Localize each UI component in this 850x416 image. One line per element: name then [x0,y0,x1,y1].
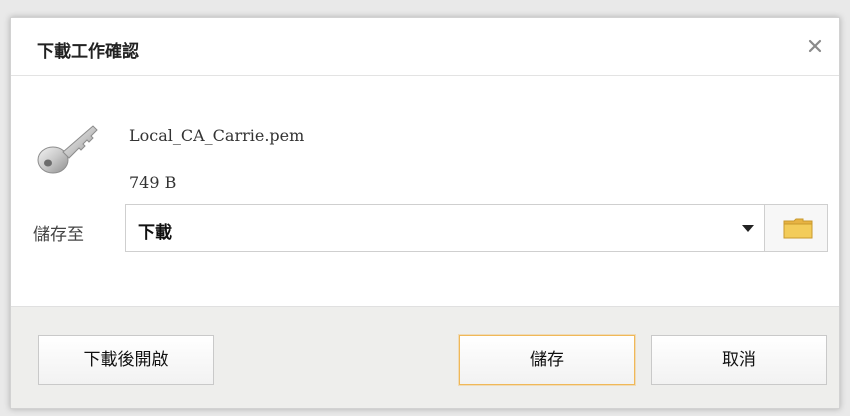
save-to-label: 儲存至 [33,225,84,245]
dialog-content: Local_CA_Carrie.pem 749 B 儲存至 下載 [11,76,839,306]
file-size: 749 B [129,173,177,192]
browse-folder-button[interactable] [764,204,828,252]
save-location-value: 下載 [138,223,172,243]
dropdown-arrow-icon [742,225,754,232]
close-icon[interactable] [805,36,825,56]
key-icon [35,116,99,180]
open-after-download-button[interactable]: 下載後開啟 [38,335,214,385]
cancel-button[interactable]: 取消 [651,335,827,385]
save-location-dropdown[interactable]: 下載 [125,204,765,252]
download-confirm-dialog: 下載工作確認 Local_CA_Carrie.pem 749 B 儲存至 下載 … [10,17,840,409]
dialog-titlebar: 下載工作確認 [11,18,839,76]
save-button[interactable]: 儲存 [459,335,635,385]
dialog-footer: 下載後開啟 儲存 取消 [11,306,839,408]
dialog-title: 下載工作確認 [37,42,139,62]
file-name: Local_CA_Carrie.pem [129,126,305,145]
folder-icon [783,217,813,239]
